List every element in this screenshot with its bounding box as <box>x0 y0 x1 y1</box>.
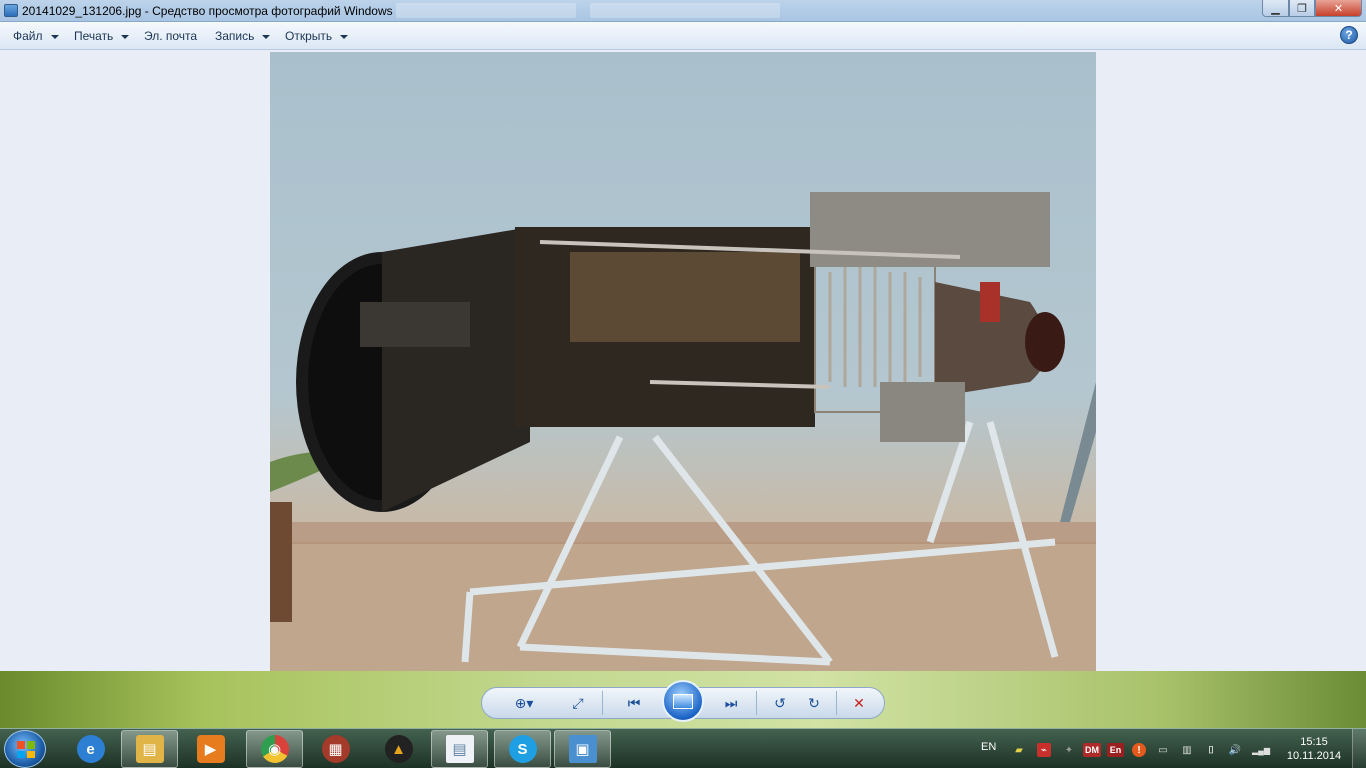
menu-print-label: Печать <box>74 29 114 43</box>
device-icon[interactable]: ▭ <box>1156 743 1170 757</box>
taskbar: e ▤ ▶ ◉ ▦ ▲ ▤ S ▣ EN ▰ ⌁ ✦ DM En ! ▭ ▥ ⌷… <box>0 728 1366 768</box>
menu-burn-label: Запись <box>215 29 255 43</box>
rotate-cw-icon[interactable]: ↻ <box>802 693 826 713</box>
window-title: 20141029_131206.jpg - Средство просмотра… <box>22 4 393 18</box>
engine-photo-drawing <box>270 192 1096 671</box>
menu-print[interactable]: Печать <box>74 29 130 43</box>
taskbar-app-round[interactable]: ▦ <box>307 730 364 768</box>
background-tab-ghost <box>590 3 780 18</box>
right-pole <box>1060 382 1096 522</box>
previous-icon[interactable]: ⏮ <box>622 693 646 713</box>
viewer-controls-strip: ⊕▾ ⤢ ⏮ ⏭ ↺ ↻ ✕ <box>0 671 1366 728</box>
chevron-down-icon <box>262 34 271 39</box>
taskbar-media-player[interactable]: ▶ <box>182 730 239 768</box>
alert-icon[interactable]: ! <box>1132 743 1146 757</box>
chevron-down-icon <box>50 34 59 39</box>
folder-icon: ▤ <box>135 735 164 763</box>
menu-file-label: Файл <box>13 29 43 43</box>
title-bar: 20141029_131206.jpg - Средство просмотра… <box>0 0 1366 22</box>
skype-icon: S <box>508 735 537 763</box>
separator <box>836 691 837 715</box>
background-tab-ghost <box>396 3 576 18</box>
taskbar-document[interactable]: ▤ <box>431 730 488 768</box>
menu-open[interactable]: Открыть <box>285 29 349 43</box>
taskbar-explorer[interactable]: ▤ <box>121 730 178 768</box>
nero-icon: ▲ <box>384 735 413 763</box>
separator <box>756 691 757 715</box>
start-button[interactable] <box>4 730 46 768</box>
slideshow-icon <box>673 693 693 709</box>
menu-burn[interactable]: Запись <box>215 29 271 43</box>
photo-viewer-app-icon <box>4 4 18 17</box>
baseboard <box>270 522 1096 544</box>
red-accent <box>980 282 1000 322</box>
keyboard-layout-icon[interactable]: En <box>1107 743 1124 757</box>
clock-date: 10.11.2014 <box>1286 750 1342 762</box>
windows-logo-icon <box>17 741 35 758</box>
plant-pot <box>270 502 292 622</box>
compressor-blades <box>828 267 922 387</box>
folder-tray-icon[interactable]: ▰ <box>1012 743 1026 757</box>
document-icon: ▤ <box>445 735 474 763</box>
taskbar-ie[interactable]: e <box>62 730 119 768</box>
clock[interactable]: 15:15 10.11.2014 <box>1284 735 1344 763</box>
chevron-down-icon <box>340 34 349 39</box>
dm-tray-icon[interactable]: DM <box>1083 743 1101 757</box>
plugin-tray-icon[interactable]: ✦ <box>1062 743 1076 757</box>
next-icon[interactable]: ⏭ <box>719 693 743 713</box>
network-box-icon[interactable]: ▥ <box>1180 743 1194 757</box>
exhaust-cone <box>382 227 530 512</box>
close-button[interactable]: ✕ <box>1315 0 1362 17</box>
menu-open-label: Открыть <box>285 29 333 43</box>
intake-cone <box>1025 312 1065 372</box>
photo-viewer-icon: ▣ <box>568 735 597 763</box>
taskbar-chrome[interactable]: ◉ <box>246 730 303 768</box>
taskbar-skype[interactable]: S <box>494 730 551 768</box>
volume-icon[interactable]: 🔊 <box>1228 743 1242 757</box>
pdf-tray-icon[interactable]: ⌁ <box>1037 743 1051 757</box>
maximize-button[interactable]: ❐ <box>1289 0 1315 17</box>
media-player-icon: ▶ <box>196 735 225 763</box>
menu-file[interactable]: Файл <box>13 29 59 43</box>
help-icon[interactable]: ? <box>1340 26 1358 44</box>
show-desktop-button[interactable] <box>1352 729 1366 768</box>
rotate-ccw-icon[interactable]: ↺ <box>768 693 792 713</box>
menu-bar: Файл Печать Эл. почта Запись Открыть ? <box>0 22 1366 50</box>
usb-icon[interactable]: ⌷ <box>1204 743 1218 757</box>
clock-time: 15:15 <box>1300 736 1328 748</box>
taskbar-nero[interactable]: ▲ <box>370 730 427 768</box>
displayed-photo <box>270 52 1096 671</box>
signal-icon[interactable]: ▂▄▆ <box>1250 743 1272 757</box>
actual-size-icon[interactable]: ⤢ <box>566 693 590 713</box>
menu-email-label: Эл. почта <box>144 29 198 43</box>
slideshow-button[interactable] <box>662 680 704 722</box>
inner-strut <box>360 302 470 347</box>
zoom-icon[interactable]: ⊕▾ <box>508 693 540 713</box>
ie-icon: e <box>76 735 105 763</box>
chevron-down-icon <box>121 34 130 39</box>
language-indicator[interactable]: EN <box>981 741 996 753</box>
app-icon: ▦ <box>321 735 350 763</box>
combustion-section <box>570 252 800 342</box>
fuel-control-box <box>880 382 965 442</box>
menu-email[interactable]: Эл. почта <box>144 29 197 43</box>
taskbar-photo-viewer[interactable]: ▣ <box>554 730 611 768</box>
chrome-icon: ◉ <box>260 735 289 763</box>
delete-icon[interactable]: ✕ <box>847 693 871 713</box>
minimize-button[interactable]: ▁ <box>1262 0 1289 17</box>
separator <box>602 691 603 715</box>
